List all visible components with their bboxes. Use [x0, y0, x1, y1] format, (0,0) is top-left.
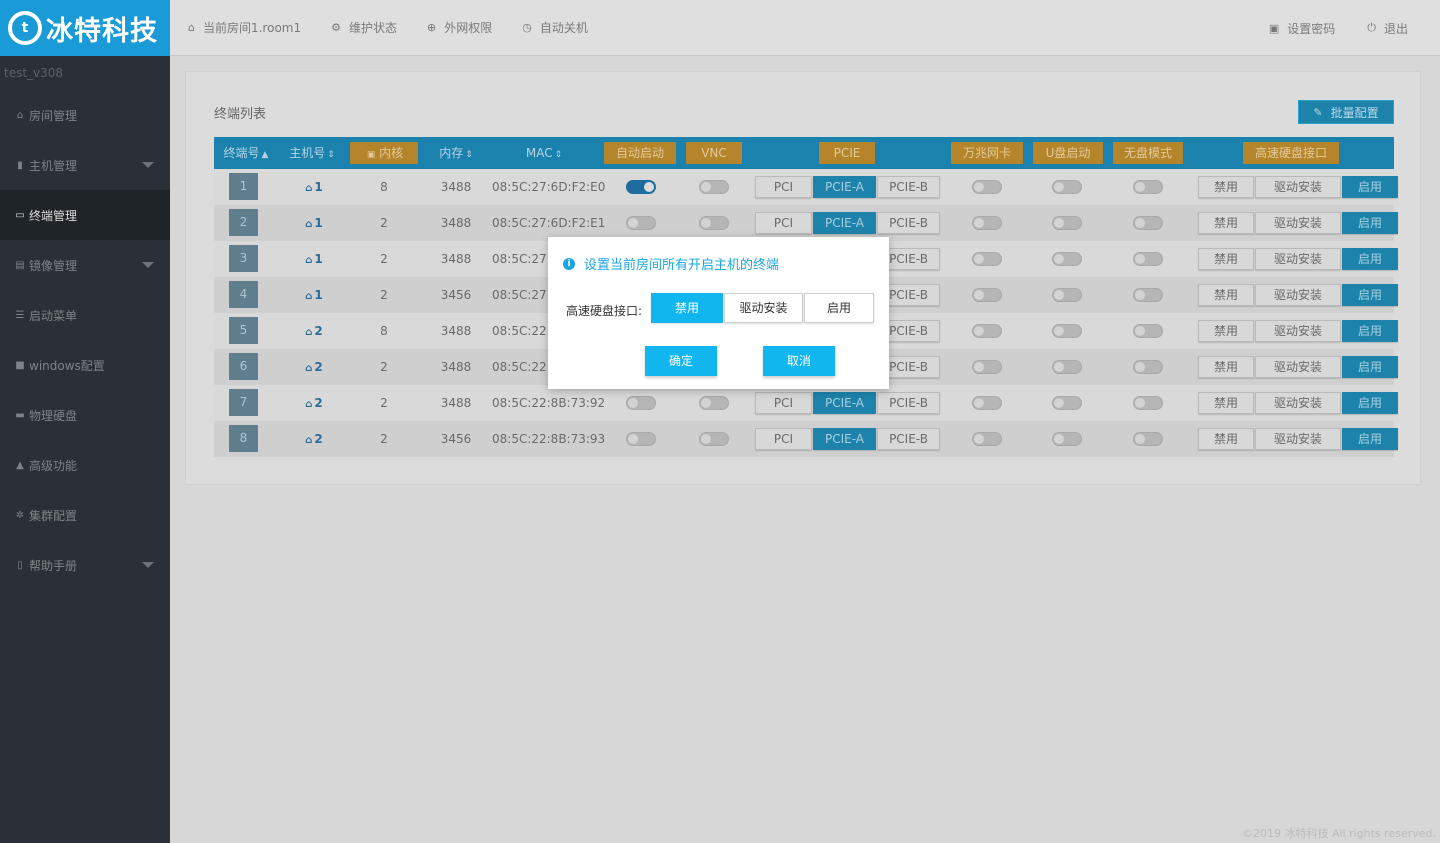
dialog-option-disable[interactable]: 禁用 — [651, 293, 723, 323]
cancel-button[interactable]: 取消 — [763, 346, 835, 376]
dialog-title-text: 设置当前房间所有开启主机的终端 — [584, 258, 780, 273]
dialog-disk-mode-selector: 禁用 驱动安装 启用 — [651, 293, 875, 323]
batch-config-dialog: i 设置当前房间所有开启主机的终端 高速硬盘接口: 禁用 驱动安装 启用 确定 … — [548, 237, 889, 389]
dialog-title: i 设置当前房间所有开启主机的终端 — [563, 254, 779, 273]
modal-overlay — [0, 0, 1440, 843]
dialog-field-label: 高速硬盘接口: — [566, 304, 643, 318]
confirm-button[interactable]: 确定 — [645, 346, 717, 376]
info-icon: i — [563, 257, 575, 270]
footer-copyright: ©2019 冰特科技 All rights reserved. — [1241, 827, 1436, 840]
dialog-option-enable[interactable]: 启用 — [804, 293, 874, 323]
dialog-option-driver-install[interactable]: 驱动安装 — [724, 293, 803, 323]
